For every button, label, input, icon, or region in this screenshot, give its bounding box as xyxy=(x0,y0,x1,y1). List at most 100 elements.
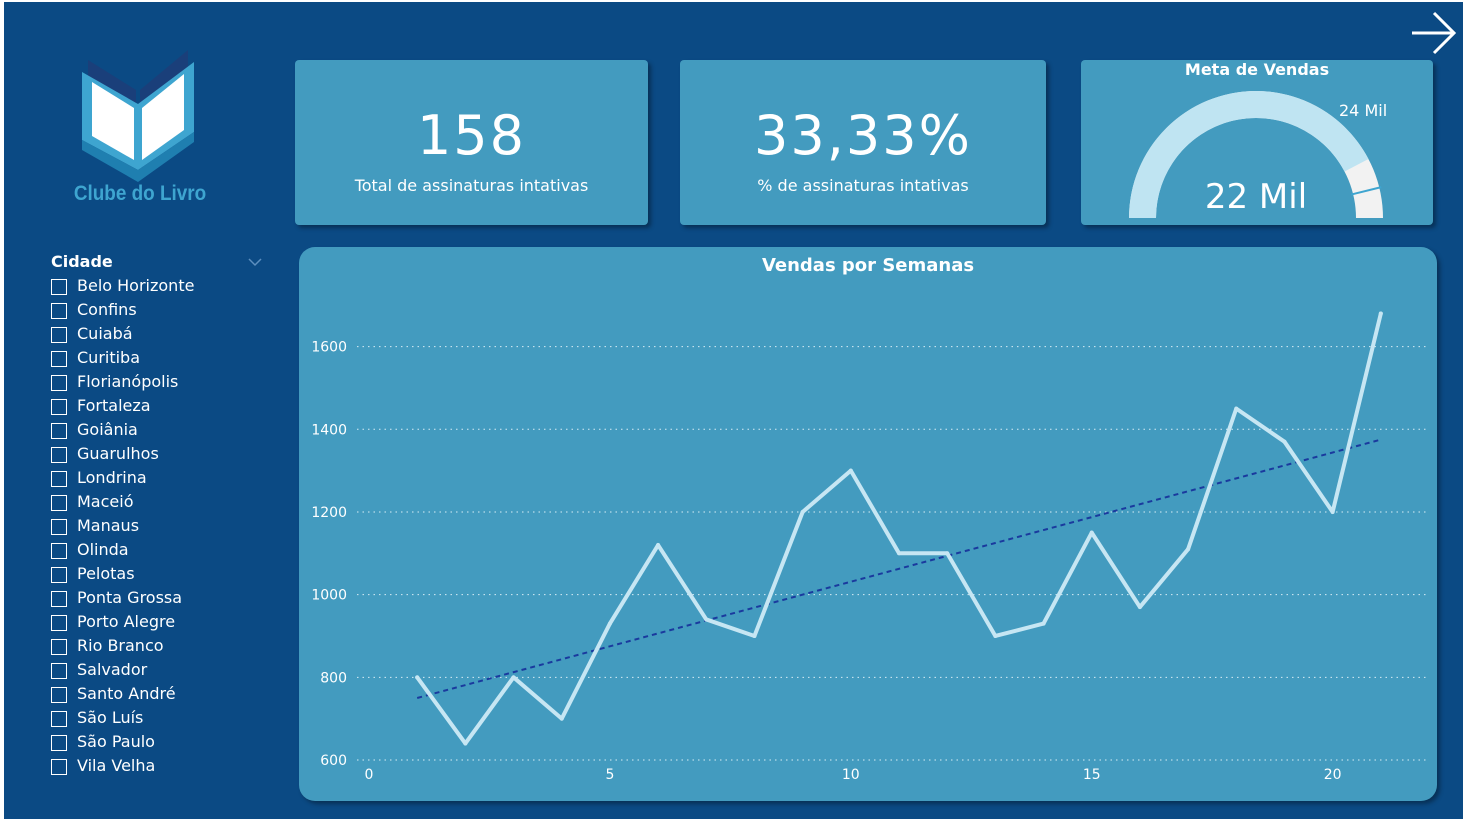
slicer-item-label: Confins xyxy=(77,300,137,319)
gauge-card: Meta de Vendas 22 Mil 24 Mil xyxy=(1081,60,1433,225)
slicer-item-label: Pelotas xyxy=(77,564,135,583)
checkbox[interactable] xyxy=(51,519,67,535)
y-tick-label: 600 xyxy=(320,753,347,769)
slicer-item-label: Belo Horizonte xyxy=(77,276,195,295)
data-point xyxy=(511,675,516,680)
slicer-item-label: Santo André xyxy=(77,684,176,703)
kpi-label: % de assinaturas intativas xyxy=(757,176,969,195)
y-tick-label: 1600 xyxy=(311,340,347,356)
data-point xyxy=(752,633,757,638)
kpi-card-percent-inactive: 33,33% % de assinaturas intativas xyxy=(680,60,1046,225)
slicer-item[interactable]: Florianópolis xyxy=(48,372,263,396)
kpi-value: 33,33% xyxy=(754,104,972,167)
data-point xyxy=(1378,311,1383,316)
chevron-down-icon[interactable] xyxy=(247,254,263,270)
data-point xyxy=(463,741,468,746)
sales-series-line xyxy=(415,311,1383,746)
data-point xyxy=(1089,530,1094,535)
slicer-item[interactable]: Vila Velha xyxy=(48,756,263,780)
slicer-item[interactable]: Guarulhos xyxy=(48,444,263,468)
slicer-item[interactable]: Londrina xyxy=(48,468,263,492)
data-point xyxy=(897,551,901,556)
checkbox[interactable] xyxy=(51,639,67,655)
arrow-right-icon[interactable] xyxy=(1408,10,1458,56)
trendline xyxy=(416,438,1382,699)
slicer-item[interactable]: Fortaleza xyxy=(48,396,263,420)
checkbox[interactable] xyxy=(51,591,67,607)
checkbox[interactable] xyxy=(51,471,67,487)
slicer-item[interactable]: Confins xyxy=(48,300,263,324)
y-tick-label: 800 xyxy=(320,670,347,686)
data-point xyxy=(607,621,612,626)
data-point xyxy=(993,633,998,638)
dashboard-canvas: Clube do Livro 158 Total de assinaturas … xyxy=(4,2,1463,819)
checkbox[interactable] xyxy=(51,447,67,463)
kpi-value: 158 xyxy=(416,104,527,167)
data-point xyxy=(1137,605,1142,610)
x-tick-label: 20 xyxy=(1324,767,1342,783)
checkbox[interactable] xyxy=(51,543,67,559)
checkbox[interactable] xyxy=(51,327,67,343)
checkbox[interactable] xyxy=(51,351,67,367)
slicer-item-label: Curitiba xyxy=(77,348,141,367)
slicer-item[interactable]: Olinda xyxy=(48,540,263,564)
checkbox[interactable] xyxy=(51,735,67,751)
data-point xyxy=(559,716,564,721)
slicer-item[interactable]: Manaus xyxy=(48,516,263,540)
slicer-item-label: Manaus xyxy=(77,516,140,535)
slicer-item[interactable]: Belo Horizonte xyxy=(48,276,263,300)
checkbox[interactable] xyxy=(51,663,67,679)
checkbox[interactable] xyxy=(51,399,67,415)
x-tick-label: 5 xyxy=(605,767,614,783)
slicer-item[interactable]: Ponta Grossa xyxy=(48,588,263,612)
checkbox[interactable] xyxy=(51,711,67,727)
data-point xyxy=(1234,406,1239,411)
kpi-card-total-inactive: 158 Total de assinaturas intativas xyxy=(295,60,648,225)
checkbox[interactable] xyxy=(51,303,67,319)
slicer-item[interactable]: Curitiba xyxy=(48,348,263,372)
checkbox[interactable] xyxy=(51,495,67,511)
slicer-item[interactable]: Maceió xyxy=(48,492,263,516)
slicer-item[interactable]: Porto Alegre xyxy=(48,612,263,636)
slicer-item-label: Londrina xyxy=(77,468,147,487)
x-tick-label: 0 xyxy=(365,767,374,783)
y-tick-label: 1200 xyxy=(311,505,347,521)
data-point xyxy=(1041,621,1046,626)
data-point xyxy=(945,551,950,556)
checkbox[interactable] xyxy=(51,615,67,631)
slicer-item-label: Porto Alegre xyxy=(77,612,176,631)
x-tick-label: 10 xyxy=(842,767,860,783)
data-point xyxy=(1282,439,1287,444)
slicer-item[interactable]: Pelotas xyxy=(48,564,263,588)
y-tick-label: 1000 xyxy=(311,588,347,604)
slicer-item-label: Cuiabá xyxy=(77,324,133,343)
checkbox[interactable] xyxy=(51,375,67,391)
city-slicer: Cidade Belo Horizonte Confins Cuiabá Curiti… xyxy=(48,252,263,780)
data-point xyxy=(800,509,805,514)
slicer-item-label: Salvador xyxy=(77,660,148,679)
data-point xyxy=(848,468,853,473)
checkbox[interactable] xyxy=(51,279,67,295)
slicer-item[interactable]: São Paulo xyxy=(48,732,263,756)
slicer-item[interactable]: Goiânia xyxy=(48,420,263,444)
slicer-item-label: Olinda xyxy=(77,540,129,559)
checkbox[interactable] xyxy=(51,423,67,439)
checkbox[interactable] xyxy=(51,687,67,703)
slicer-item[interactable]: Cuiabá xyxy=(48,324,263,348)
checkbox[interactable] xyxy=(51,759,67,775)
checkbox[interactable] xyxy=(51,567,67,583)
slicer-item[interactable]: São Luís xyxy=(48,708,263,732)
data-point xyxy=(656,543,661,548)
slicer-item-label: São Paulo xyxy=(77,732,155,751)
slicer-item-label: Florianópolis xyxy=(77,372,179,391)
slicer-item-label: Fortaleza xyxy=(77,396,151,415)
slicer-item[interactable]: Santo André xyxy=(48,684,263,708)
slicer-list: Belo Horizonte Confins Cuiabá Curitiba Flori… xyxy=(48,276,263,780)
slicer-item[interactable]: Rio Branco xyxy=(48,636,263,660)
slicer-item-label: Rio Branco xyxy=(77,636,164,655)
slicer-item-label: Goiânia xyxy=(77,420,138,439)
gauge-value-label: 22 Mil xyxy=(1205,177,1307,217)
slicer-header: Cidade xyxy=(48,252,263,276)
gauge-chart: 22 Mil 24 Mil xyxy=(1129,91,1387,218)
slicer-item[interactable]: Salvador xyxy=(48,660,263,684)
